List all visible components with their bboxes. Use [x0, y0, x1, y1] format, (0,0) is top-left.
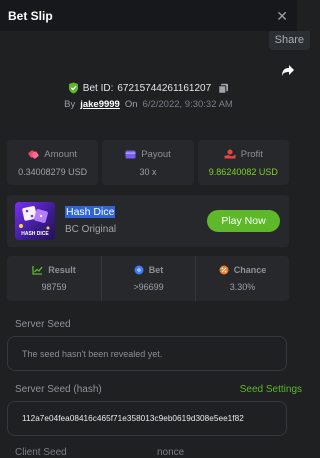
seed-settings-link[interactable]: Seed Settings: [240, 384, 302, 395]
payout-cell: Payout 30 x: [102, 140, 194, 185]
game-thumb-caption: HASH DICE: [21, 231, 49, 237]
game-thumbnail[interactable]: HASH DICE: [15, 202, 55, 240]
profit-value: 9.86240082 USD: [208, 166, 278, 177]
server-seed-hash-value[interactable]: 112a7e04fea08416c465f71e358013c9eb0619d3…: [12, 414, 244, 423]
play-now-button[interactable]: Play Now: [207, 210, 280, 232]
payout-value: 30 x: [139, 166, 157, 177]
by-label: By: [64, 99, 76, 110]
bet-date: 6/2/2022, 9:30:32 AM: [142, 99, 233, 110]
bettor-username-link[interactable]: jake9999: [80, 99, 120, 110]
share-arrow-icon[interactable]: [280, 62, 296, 78]
bet-id-value: 6721574426116120​7: [117, 82, 212, 94]
server-seed-hash-box[interactable]: 112a7e04fea08416c465f71e358013c9eb0619d3…: [7, 401, 287, 436]
profit-cell: Profit 9.86240082 USD: [197, 140, 289, 185]
wallet-icon: [125, 150, 136, 158]
chance-cell: Chance 3.30%: [195, 256, 289, 301]
server-seed-label: Server Seed: [15, 319, 71, 330]
profit-label: Profit: [240, 148, 263, 160]
amount-label: Amount: [44, 148, 78, 160]
game-card: HASH DICE Hash Dice BC Original Play Now: [7, 195, 289, 247]
bet-summary: Amount 0.34008279 USD Payout 30 x Profit…: [7, 140, 289, 185]
amount-cell: Amount 0.34008279 USD: [7, 140, 99, 185]
bet-target-icon: [134, 265, 144, 275]
game-name[interactable]: Hash Dice: [65, 206, 116, 218]
bet-id-row: Bet ID: 6721574426116120​7: [0, 82, 297, 94]
on-label: On: [124, 99, 138, 110]
result-label: Result: [48, 265, 76, 275]
payout-label: Payout: [141, 148, 171, 160]
bet-slip-title: Bet Slip: [8, 8, 53, 23]
chart-icon: [32, 266, 43, 275]
bet-slip-header: Bet Slip ✕: [0, 0, 297, 31]
share-button[interactable]: Share: [268, 31, 310, 50]
bet-value: >96699: [133, 282, 164, 292]
close-icon[interactable]: ✕: [276, 9, 288, 23]
chance-value: 3.30%: [229, 282, 256, 292]
coins-icon: [28, 150, 39, 159]
server-seed-hash-label: Server Seed (hash): [15, 384, 102, 395]
server-seed-box: The seed hasn't been revealed yet.: [7, 336, 287, 371]
bet-cell: Bet >96699: [101, 256, 195, 301]
result-cell: Result 98759: [7, 256, 101, 301]
bet-meta-row: By jake9999 On 6/2/2022, 9:30:32 AM: [0, 99, 297, 110]
server-seed-placeholder: The seed hasn't been revealed yet.: [22, 348, 163, 359]
chance-label: Chance: [233, 265, 267, 275]
result-value: 98759: [41, 282, 67, 292]
result-stats: Result 98759 Bet >96699 Chance 3.30%: [7, 256, 289, 301]
bet-id-label: Bet ID:: [82, 82, 114, 94]
amount-value: 0.34008279 USD: [18, 166, 88, 177]
percent-icon: [219, 265, 229, 275]
money-hand-icon: [224, 149, 236, 159]
verified-shield-icon: [68, 82, 78, 94]
game-provider: BC Original: [65, 224, 117, 235]
bet-label: Bet: [148, 265, 164, 275]
copy-icon[interactable]: [218, 83, 229, 94]
